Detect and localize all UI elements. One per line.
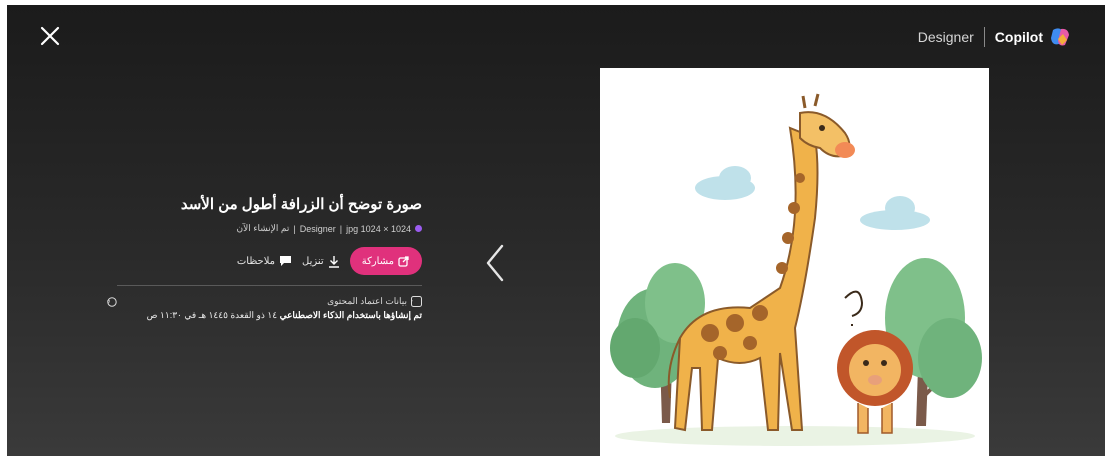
- svg-text:cr: cr: [411, 300, 413, 306]
- share-label: مشاركة: [361, 255, 394, 267]
- cloud-right: [860, 196, 930, 230]
- close-icon: [40, 26, 60, 46]
- image-created: تم الإنشاء الآن: [236, 223, 290, 233]
- brand-divider: [983, 27, 985, 47]
- chevron-left-icon: [486, 244, 504, 282]
- action-bar: مشاركة تنزيل ملاحظات: [107, 247, 422, 275]
- image-app: Designer: [299, 223, 336, 234]
- image-meta: 1024 × 1024 jpg | Designer | تم الإنشاء …: [107, 223, 422, 234]
- generated-image: [600, 68, 989, 456]
- download-label: تنزيل: [302, 255, 324, 267]
- copilot-label[interactable]: Copilot: [995, 29, 1043, 45]
- designer-app-icon: [415, 225, 422, 232]
- content-credentials-row: cr بيانات اعتماد المحتوى ?: [107, 296, 422, 307]
- help-icon[interactable]: ?: [107, 296, 117, 307]
- copilot-logo-icon: [1051, 28, 1069, 46]
- content-credentials-icon: cr: [411, 296, 422, 307]
- brand-bar: Designer Copilot: [918, 25, 1071, 49]
- notes-button[interactable]: ملاحظات: [237, 255, 292, 267]
- info-divider: [117, 285, 422, 286]
- content-credentials-detail: تم إنشاؤها باستخدام الذكاء الاصطناعي ١٤ …: [107, 310, 422, 321]
- download-button[interactable]: تنزيل: [302, 255, 340, 268]
- meta-separator-2: |: [293, 223, 296, 234]
- designer-label[interactable]: Designer: [918, 29, 974, 45]
- content-credentials-label: بيانات اعتماد المحتوى: [327, 296, 407, 306]
- previous-image-button[interactable]: [482, 243, 508, 283]
- close-button[interactable]: [38, 24, 62, 48]
- download-icon: [328, 255, 339, 268]
- comment-icon: [280, 256, 292, 266]
- image-format: 1024 × 1024 jpg: [346, 223, 411, 234]
- cloud-left: [695, 166, 755, 200]
- image-viewer: Designer Copilot صورة توضح أن الزرافة أط…: [7, 5, 1105, 456]
- content-credentials-label-wrap: cr بيانات اعتماد المحتوى: [327, 296, 422, 307]
- meta-separator: |: [339, 223, 343, 234]
- share-icon: [398, 256, 409, 267]
- notes-label: ملاحظات: [236, 255, 276, 267]
- image-info-panel: صورة توضح أن الزرافة أطول من الأسد 1024 …: [107, 195, 422, 321]
- image-title: صورة توضح أن الزرافة أطول من الأسد: [180, 196, 422, 213]
- credentials-date: ١٤ ذو القعدة ١٤٤٥ هـ في ١١:٣٠ ص: [146, 310, 280, 320]
- credentials-ai-text: تم إنشاؤها باستخدام الذكاء الاصطناعي: [279, 310, 422, 320]
- giraffe: [667, 93, 855, 432]
- share-button[interactable]: مشاركة: [349, 247, 422, 275]
- giraffe-lion-illustration: [610, 93, 982, 446]
